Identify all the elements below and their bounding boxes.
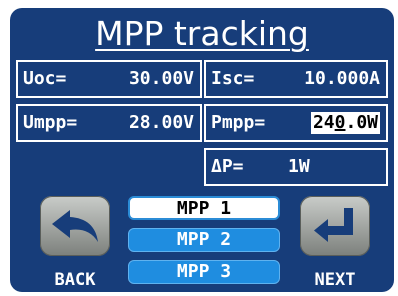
back-label: BACK	[54, 270, 96, 290]
umpp-field[interactable]: Umpp= 28.00V	[16, 104, 202, 142]
pmpp-value-input[interactable]: 240.0W	[310, 112, 380, 134]
pmpp-field[interactable]: Pmpp= 240.0W	[204, 104, 388, 142]
delta-p-label: ΔP=	[211, 156, 244, 177]
mode-option-mpp-1[interactable]: MPP 1	[128, 196, 280, 220]
pmpp-value-rest: .0W	[345, 112, 378, 133]
delta-p-field[interactable]: ΔP= 1W	[204, 148, 388, 186]
pmpp-edit-cursor: 0	[334, 112, 346, 133]
isc-value: 10.000A	[304, 68, 380, 89]
mode-option-mpp-3[interactable]: MPP 3	[128, 260, 280, 284]
enter-return-icon	[314, 208, 353, 242]
umpp-label: Umpp=	[23, 112, 78, 133]
back-button[interactable]	[40, 196, 110, 256]
next-button[interactable]	[300, 196, 370, 256]
isc-label: Isc=	[211, 68, 255, 89]
page-title: MPP tracking	[95, 14, 309, 53]
umpp-value: 28.00V	[128, 112, 194, 133]
device-screen: MPP tracking Uoc= 30.00V Isc= 10.000A Um…	[0, 0, 398, 296]
next-label: NEXT	[314, 270, 356, 290]
undo-arrow-icon	[52, 210, 98, 242]
uoc-label: Uoc=	[23, 68, 67, 89]
isc-field[interactable]: Isc= 10.000A	[204, 60, 388, 98]
mode-option-mpp-2[interactable]: MPP 2	[128, 228, 280, 252]
pmpp-label: Pmpp=	[211, 112, 266, 133]
uoc-field[interactable]: Uoc= 30.00V	[16, 60, 202, 98]
mpp-tracking-panel: MPP tracking Uoc= 30.00V Isc= 10.000A Um…	[10, 8, 394, 292]
uoc-value: 30.00V	[128, 68, 194, 89]
delta-p-value: 1W	[288, 156, 310, 177]
pmpp-value-digits: 24	[312, 112, 335, 133]
